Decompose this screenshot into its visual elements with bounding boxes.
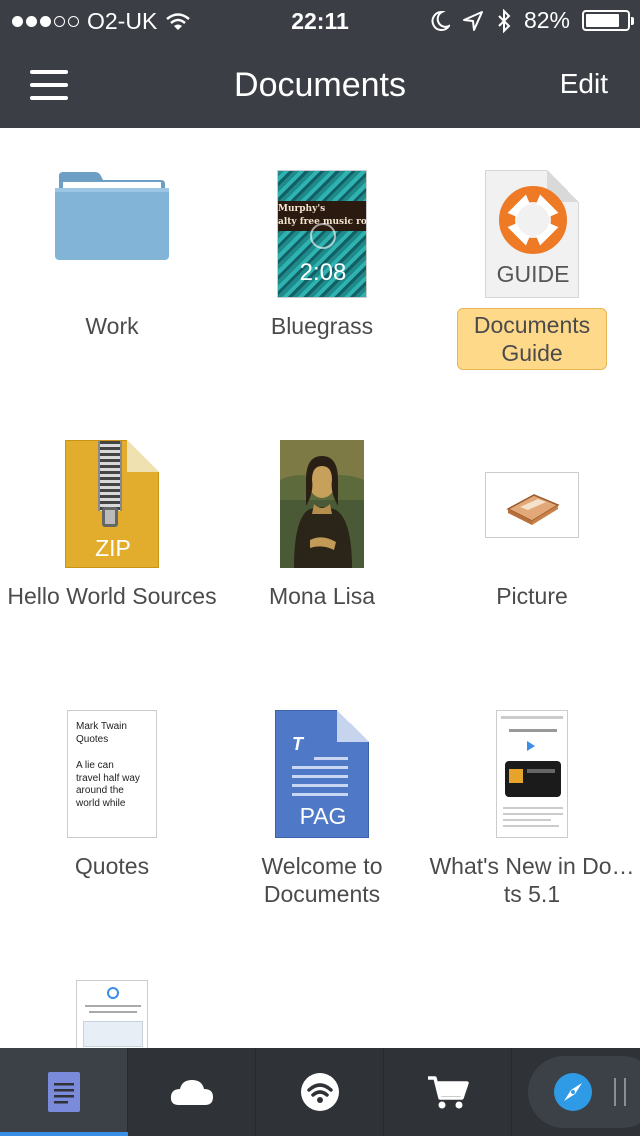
preview-line: A lie can <box>76 760 114 771</box>
battery-percent: 82% <box>523 7 570 33</box>
file-type-badge: GUIDE <box>496 261 570 287</box>
preview-line: Mark Twain <box>76 721 127 732</box>
cloud-icon <box>170 1080 213 1105</box>
text-lines-icon: T <box>292 735 348 796</box>
preview-line: Quotes <box>76 733 109 745</box>
edit-button[interactable]: Edit <box>560 68 608 100</box>
video-thumbnail: Murphy's alty free music room.c 2:08 <box>277 170 367 298</box>
page-title: Documents <box>234 66 406 104</box>
play-circle-icon <box>310 223 336 249</box>
picture-thumbnail <box>485 472 579 538</box>
file-type-badge: PAG <box>299 803 347 829</box>
item-label: Mona Lisa <box>268 583 376 609</box>
drag-handle-icon[interactable] <box>614 1078 626 1106</box>
text-document-thumbnail: Mark Twain Quotes A lie can travel half … <box>67 710 157 838</box>
battery-icon <box>582 10 634 31</box>
item-label: Picture <box>496 583 568 609</box>
video-duration: 2:08 <box>299 259 347 286</box>
preview-line: world while <box>76 797 126 809</box>
status-bar: O2-UK 22:11 82% <box>0 0 640 40</box>
shopping-cart-icon <box>427 1076 469 1109</box>
documents-grid: Work Murphy's alty free music room.c 2:0… <box>0 128 640 1050</box>
top-header: O2-UK 22:11 82% Documents Edit <box>0 0 640 128</box>
web-page-thumbnail <box>76 980 148 1050</box>
selected-item-label: Documents Guide <box>457 308 607 370</box>
wifi-transfer-icon <box>300 1073 339 1111</box>
tab-store[interactable] <box>384 1048 512 1136</box>
package-icon <box>506 494 560 525</box>
pages-document-icon: T PAG <box>275 710 369 838</box>
tab-browser[interactable] <box>528 1056 640 1128</box>
mona-lisa-thumbnail <box>280 440 364 568</box>
web-page-thumbnail <box>496 710 568 838</box>
item-label: Quotes <box>74 853 150 879</box>
item-label: Bluegrass <box>270 313 374 339</box>
preview-line: around the <box>76 785 124 796</box>
item-label: Hello World Sources <box>7 583 217 609</box>
compass-icon <box>554 1073 592 1111</box>
folder-icon <box>7 166 217 262</box>
video-overlay-line: Murphy's <box>278 204 326 214</box>
lifebuoy-icon <box>499 186 567 254</box>
guide-document-icon: GUIDE <box>485 170 579 298</box>
zip-archive-icon: ZIP <box>65 440 159 568</box>
bottom-tab-bar <box>0 1048 640 1136</box>
preview-line: travel half way <box>76 772 140 784</box>
tab-wifi-transfer[interactable] <box>256 1048 384 1136</box>
tab-documents[interactable] <box>0 1048 128 1136</box>
document-icon <box>47 1072 80 1112</box>
location-arrow-icon <box>462 10 483 31</box>
item-label: Work <box>85 313 139 339</box>
item-label: Documents Guide <box>427 308 637 370</box>
file-type-badge: ZIP <box>95 535 131 561</box>
tab-cloud[interactable] <box>128 1048 256 1136</box>
item-label: Welcome to Documents <box>261 853 383 907</box>
moon-icon <box>431 10 450 31</box>
item-label: What's New in Do…ts 5.1 <box>429 853 635 907</box>
bluetooth-icon <box>498 8 511 33</box>
zipper-icon <box>98 441 122 511</box>
